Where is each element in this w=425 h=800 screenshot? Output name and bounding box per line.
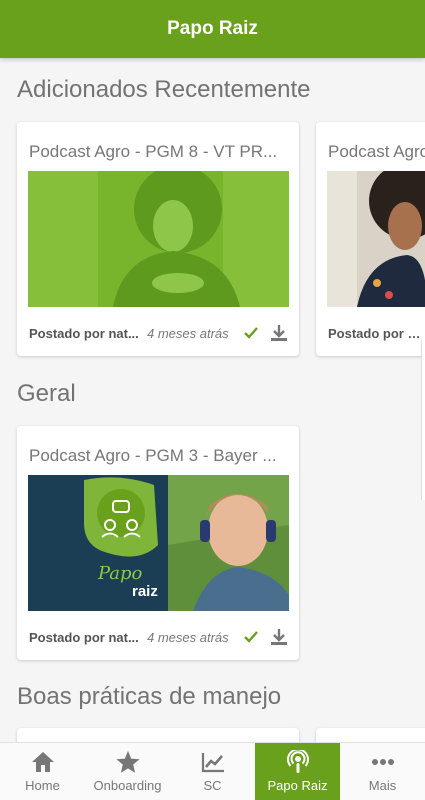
nav-sc-label: SC [203, 778, 222, 793]
download-icon[interactable] [269, 627, 289, 647]
download-icon[interactable] [269, 323, 289, 343]
posted-by: Postado por nat... [29, 325, 139, 341]
nav-sc[interactable]: SC [170, 743, 255, 800]
chart-icon [201, 753, 224, 773]
home-icon [31, 752, 54, 772]
nav-home-label: Home [25, 778, 60, 793]
bottom-navigation: Home Onboarding SC Papo Raiz Mais [0, 742, 425, 800]
posted-time: 4 meses atrás [147, 629, 229, 645]
podcast-icon [286, 750, 309, 773]
podcast-thumbnail[interactable] [28, 171, 289, 307]
section-title-recent: Adicionados Recentemente [17, 76, 311, 103]
card-footer: Postado por nat... 4 meses atrás [29, 627, 289, 647]
section-title-good-practices: Boas práticas de manejo [17, 683, 282, 710]
scroll-indicator [421, 340, 425, 500]
nav-home[interactable]: Home [0, 743, 85, 800]
nav-onboarding-label: Onboarding [93, 778, 162, 793]
posted-by: Postado por nat... [29, 629, 139, 645]
card-footer: Postado por nat [328, 323, 425, 343]
podcast-title: Podcast Agro [328, 142, 425, 161]
check-icon [243, 631, 258, 643]
star-icon [116, 751, 139, 773]
section-title-general: Geral [17, 380, 76, 407]
podcast-thumbnail[interactable]: Papo raiz [28, 475, 289, 611]
check-icon [243, 327, 258, 339]
podcast-card[interactable]: Podcast Agro - PGM 8 - VT PR... Postado … [17, 122, 299, 356]
nav-papo-raiz[interactable]: Papo Raiz [255, 743, 340, 800]
nav-papo-raiz-label: Papo Raiz [267, 778, 328, 793]
posted-by: Postado por nat [328, 325, 425, 341]
nav-more[interactable]: Mais [340, 743, 425, 800]
brand-wordmark-papo: Papo [98, 563, 143, 584]
podcast-card[interactable]: Podcast Agro - PGM 3 - Bayer ... Papo ra… [17, 426, 299, 660]
app-title: Papo Raiz [167, 18, 258, 39]
app-bar: Papo Raiz [0, 0, 425, 58]
podcast-thumbnail[interactable] [327, 171, 425, 307]
card-footer: Postado por nat... 4 meses atrás [29, 323, 289, 343]
podcast-title: Podcast Agro - PGM 8 - VT PR... [29, 142, 278, 161]
nav-more-label: Mais [368, 778, 397, 793]
more-icon [371, 759, 394, 765]
podcast-title: Podcast Agro - PGM 3 - Bayer ... [29, 446, 277, 465]
nav-onboarding[interactable]: Onboarding [85, 743, 170, 800]
podcast-card[interactable]: Podcast Agro Postado por nat [316, 122, 425, 356]
brand-wordmark-raiz: raiz [132, 583, 158, 600]
posted-time: 4 meses atrás [147, 325, 229, 341]
